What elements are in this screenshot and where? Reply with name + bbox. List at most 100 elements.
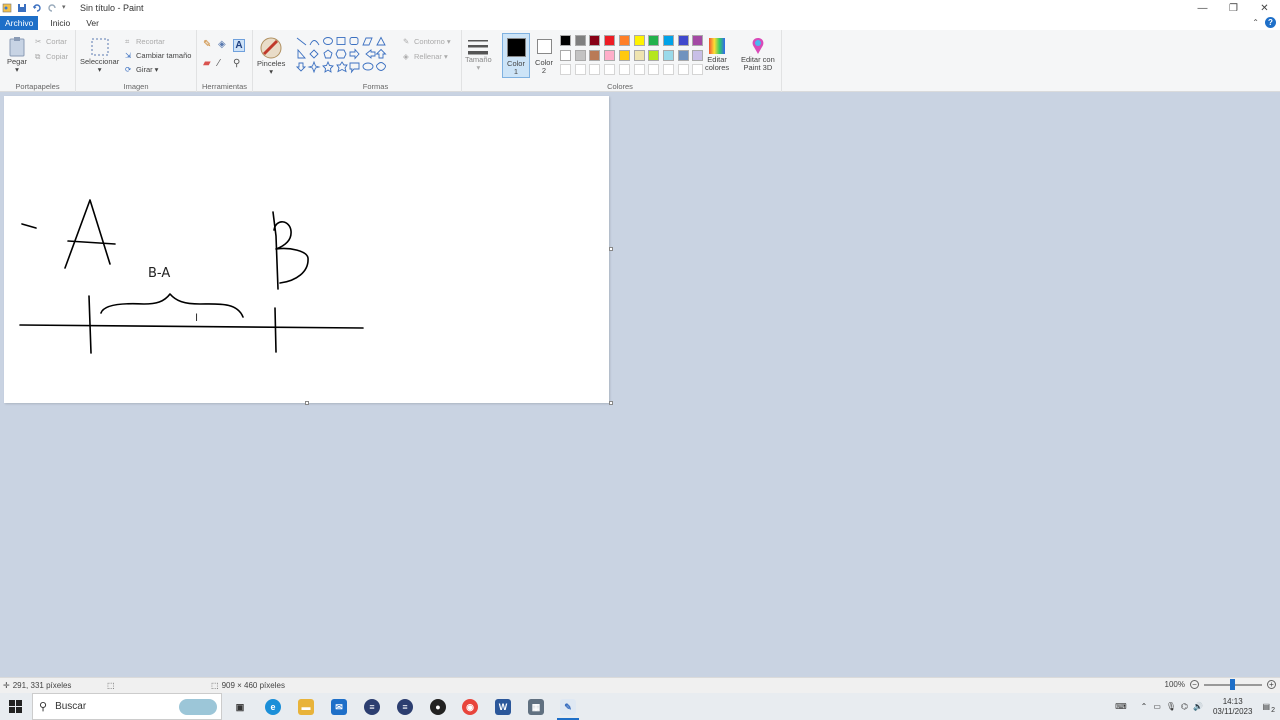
palette-swatch[interactable] xyxy=(648,49,660,61)
text-tool-icon[interactable]: A xyxy=(233,39,245,52)
size-button[interactable]: Tamaño ▾ xyxy=(465,38,492,72)
custom-color-slot[interactable] xyxy=(662,64,674,75)
minimize-button[interactable]: — xyxy=(1187,0,1218,16)
palette-swatch[interactable] xyxy=(574,49,586,61)
custom-color-slot[interactable] xyxy=(618,64,630,75)
tray-expand-icon[interactable]: ⌃ xyxy=(1141,702,1148,711)
resize-handle-right[interactable] xyxy=(609,247,613,251)
palette-swatch[interactable] xyxy=(574,35,586,46)
paste-button[interactable]: Pegar ▾ xyxy=(7,36,27,74)
ribbon: Pegar ▾ ✂ Cortar ⧉ Copiar Portapapeles Sele… xyxy=(0,30,1280,92)
palette-swatch[interactable] xyxy=(604,49,616,61)
eclipse-icon-2[interactable]: ≡ xyxy=(397,699,413,715)
mail-icon[interactable]: ✉ xyxy=(331,699,347,715)
palette-swatch[interactable] xyxy=(618,49,630,61)
taskbar-search[interactable]: ⚲ Buscar xyxy=(32,693,222,720)
save-icon[interactable] xyxy=(17,3,27,13)
brush-icon xyxy=(260,37,282,59)
palette-swatch[interactable] xyxy=(618,35,630,46)
image-size: ⬚ 909 × 460 píxeles xyxy=(211,681,285,690)
customize-qat-icon[interactable]: ▾ xyxy=(62,3,68,13)
palette-swatch[interactable] xyxy=(692,49,704,61)
rotate-button[interactable]: ⟳ Girar ▾ xyxy=(125,65,158,74)
outline-button[interactable]: ✎ Contorno ▾ xyxy=(403,37,451,46)
palette-swatch[interactable] xyxy=(662,35,674,46)
palette-swatch[interactable] xyxy=(560,49,571,61)
custom-color-slot[interactable] xyxy=(633,64,645,75)
color1-button[interactable]: Color 1 xyxy=(502,33,530,78)
battery-icon[interactable]: ▭ xyxy=(1153,702,1161,711)
undo-icon[interactable] xyxy=(32,3,42,13)
palette-swatch[interactable] xyxy=(648,35,660,46)
crop-button[interactable]: ⌗ Recortar xyxy=(125,37,165,46)
drawing-canvas[interactable]: B-A I xyxy=(4,96,613,405)
edge-icon[interactable]: e xyxy=(265,699,281,715)
palette-swatch[interactable] xyxy=(633,35,645,46)
windows-start-icon[interactable] xyxy=(9,700,22,715)
calculator-icon[interactable]: ▦ xyxy=(528,699,544,715)
resize-handle-corner[interactable] xyxy=(609,401,613,405)
task-view-icon[interactable]: ▣ xyxy=(232,699,248,715)
tab-archivo[interactable]: Archivo xyxy=(0,16,39,30)
custom-color-slot[interactable] xyxy=(589,64,601,75)
notifications-icon[interactable]: ▤ 2 xyxy=(1262,702,1275,714)
file-explorer-icon[interactable]: ▬ xyxy=(298,699,314,715)
canvas-text-ba: B-A xyxy=(148,266,171,281)
zoom-slider[interactable] xyxy=(1204,678,1262,690)
palette-swatch[interactable] xyxy=(662,49,674,61)
palette-swatch[interactable] xyxy=(692,35,704,46)
help-icon[interactable]: ? xyxy=(1265,17,1276,28)
palette-swatch[interactable] xyxy=(633,49,645,61)
palette-swatch[interactable] xyxy=(589,35,601,46)
eclipse-icon-1[interactable]: ≡ xyxy=(364,699,380,715)
volume-icon[interactable]: 🔊 xyxy=(1193,702,1203,711)
shapes-gallery[interactable] xyxy=(295,36,400,76)
chrome-icon[interactable]: ◉ xyxy=(462,699,478,715)
copy-icon: ⧉ xyxy=(35,52,41,61)
microphone-icon[interactable]: 🎙 xyxy=(1166,702,1176,711)
custom-color-slot[interactable] xyxy=(692,64,704,75)
resize-button[interactable]: ⇲ Cambiar tamaño xyxy=(125,51,191,60)
keyboard-icon[interactable]: ⌨ xyxy=(1115,702,1127,711)
zoom-out-icon[interactable]: − xyxy=(1190,680,1199,689)
magnifier-icon[interactable]: ⚲ xyxy=(233,58,248,69)
resize-handle-bottom[interactable] xyxy=(305,401,309,405)
cut-button[interactable]: ✂ Cortar xyxy=(35,37,67,46)
paint-taskbar-icon[interactable]: ✎ xyxy=(560,699,576,715)
tab-ver[interactable]: Ver xyxy=(78,16,107,30)
palette-swatch[interactable] xyxy=(560,35,571,46)
fill-bucket-icon[interactable]: ◈ xyxy=(218,39,233,52)
custom-color-slot[interactable] xyxy=(677,64,689,75)
palette-swatch[interactable] xyxy=(589,49,601,61)
edit-colors-button[interactable]: Editar colores xyxy=(705,36,729,72)
zoom-in-icon[interactable]: + xyxy=(1267,680,1276,689)
clock[interactable]: 14:13 03/11/2023 xyxy=(1213,697,1252,717)
pencil-icon[interactable]: ✎ xyxy=(203,39,218,52)
paint3d-button[interactable]: Editar con Paint 3D xyxy=(741,36,775,72)
custom-color-slot[interactable] xyxy=(648,64,660,75)
palette-swatch[interactable] xyxy=(677,35,689,46)
close-button[interactable]: ✕ xyxy=(1249,0,1280,16)
record-app-icon[interactable]: ● xyxy=(430,699,446,715)
network-icon[interactable]: ⌬ xyxy=(1181,702,1188,711)
custom-color-slot[interactable] xyxy=(560,64,571,75)
custom-color-slot[interactable] xyxy=(574,64,586,75)
fill-button[interactable]: ◈ Rellenar ▾ xyxy=(403,52,448,61)
brushes-button[interactable]: Pinceles ▾ xyxy=(257,36,285,76)
zoom-level: 100% xyxy=(1164,680,1185,689)
select-button[interactable]: Seleccionar ▾ xyxy=(80,36,119,74)
color2-button[interactable]: Color 2 xyxy=(532,33,556,75)
eraser-icon[interactable]: ▰ xyxy=(203,58,218,69)
collapse-ribbon-icon[interactable]: ⌃ xyxy=(1252,18,1259,27)
size-group: Tamaño ▾ xyxy=(462,30,498,92)
copy-button[interactable]: ⧉ Copiar xyxy=(35,52,68,61)
color-picker-icon[interactable]: ⁄ xyxy=(218,58,233,69)
palette-swatch[interactable] xyxy=(604,35,616,46)
zoom-slider-thumb[interactable] xyxy=(1230,678,1235,690)
maximize-button[interactable]: ❐ xyxy=(1218,0,1249,16)
palette-swatch[interactable] xyxy=(677,49,689,61)
custom-color-slot[interactable] xyxy=(604,64,616,75)
word-icon[interactable]: W xyxy=(495,699,511,715)
redo-icon[interactable] xyxy=(47,3,57,13)
tab-inicio[interactable]: Inicio xyxy=(42,16,78,30)
